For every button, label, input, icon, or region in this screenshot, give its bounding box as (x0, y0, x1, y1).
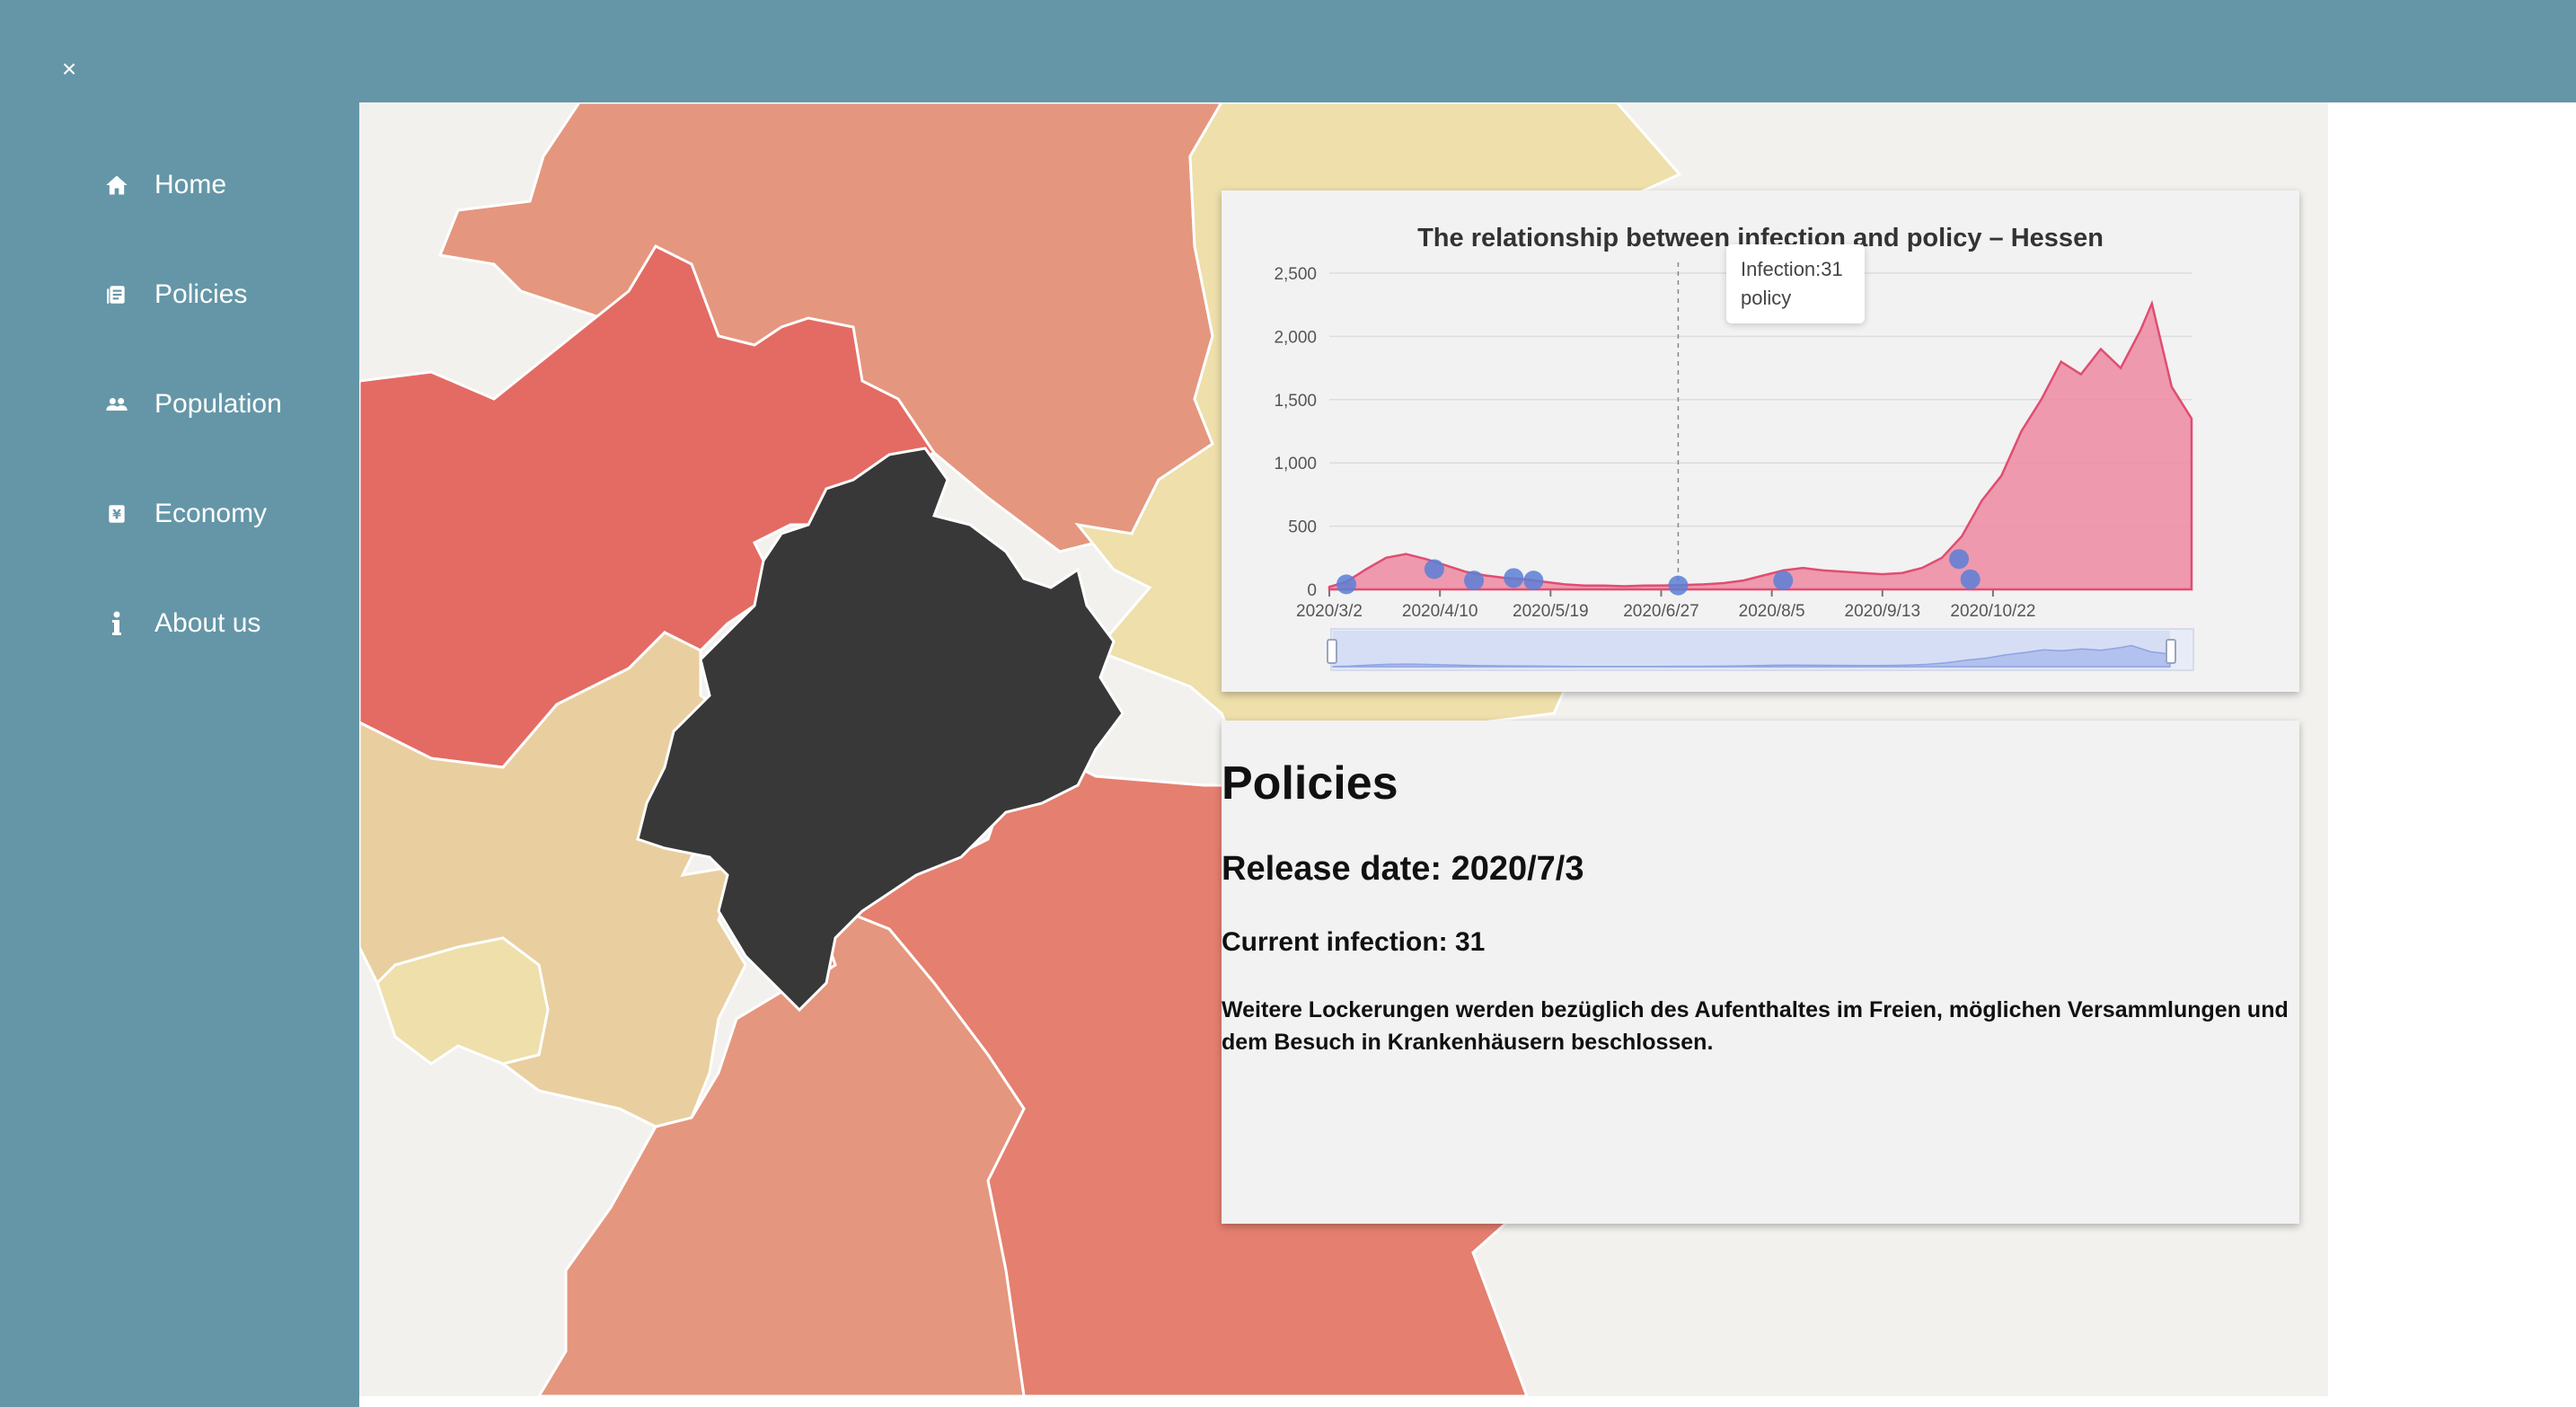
policy-title: Policies (1222, 757, 1398, 810)
people-icon (99, 386, 135, 422)
svg-text:¥: ¥ (112, 508, 121, 522)
info-icon (99, 606, 135, 642)
x-tick-label: 2020/10/22 (1950, 602, 2035, 621)
sidebar-item-population[interactable]: Population (0, 368, 359, 440)
y-tick-label: 2,000 (1274, 328, 1317, 347)
policy-panel: Policies Release date: 2020/7/3 Current … (1222, 721, 2299, 1224)
y-tick-label: 1,000 (1274, 455, 1317, 473)
x-tick-label: 2020/9/13 (1845, 602, 1921, 621)
policy-point[interactable] (1504, 568, 1524, 588)
close-icon[interactable]: × (56, 56, 83, 83)
tooltip-infection: Infection:31 (1741, 258, 1843, 280)
home-icon (99, 167, 135, 203)
x-tick-label: 2020/4/10 (1402, 602, 1478, 621)
sidebar-item-label: About us (154, 608, 261, 638)
policy-release-date: Release date: 2020/7/3 (1222, 850, 1584, 888)
policy-current-infection: Current infection: 31 (1222, 927, 1486, 957)
y-tick-label: 2,500 (1274, 265, 1317, 284)
sidebar-item-label: Home (154, 170, 227, 199)
x-tick-label: 2020/8/5 (1739, 602, 1805, 621)
policy-point[interactable] (1523, 571, 1544, 591)
y-tick-label: 0 (1307, 581, 1317, 600)
zoom-handle-right[interactable] (2166, 639, 2176, 664)
sidebar-item-policies[interactable]: Policies (0, 259, 359, 331)
zoom-handle-left[interactable] (1327, 639, 1337, 664)
sidebar-item-home[interactable]: Home (0, 149, 359, 221)
policy-point[interactable] (1773, 571, 1794, 591)
policy-point[interactable] (1424, 559, 1444, 580)
sidebar-item-about[interactable]: About us (0, 588, 359, 659)
policy-point[interactable] (1464, 571, 1485, 591)
policy-description: Weitere Lockerungen werden bezüglich des… (1222, 997, 2289, 1055)
document-icon (99, 277, 135, 313)
policy-point[interactable] (1668, 575, 1689, 596)
y-tick-label: 500 (1288, 518, 1317, 537)
sidebar: Home Policies Population ¥ Economy About… (0, 102, 359, 1407)
sidebar-item-economy[interactable]: ¥ Economy (0, 478, 359, 550)
sidebar-item-label: Economy (154, 499, 268, 528)
sidebar-item-label: Population (154, 389, 282, 419)
x-tick-label: 2020/3/2 (1296, 602, 1363, 621)
x-tick-label: 2020/6/27 (1623, 602, 1699, 621)
x-tick-label: 2020/5/19 (1513, 602, 1589, 621)
infection-area (1328, 299, 2193, 591)
economy-icon: ¥ (99, 496, 135, 532)
policy-point[interactable] (1960, 569, 1981, 589)
chart-tooltip: Infection:31 policy (1726, 244, 1865, 323)
y-tick-label: 1,500 (1274, 392, 1317, 411)
policy-point[interactable] (1336, 574, 1356, 595)
tooltip-series: policy (1741, 287, 1792, 309)
sidebar-item-label: Policies (154, 279, 248, 309)
chart-panel: The relationship between infection and p… (1222, 190, 2299, 692)
top-bar: × (0, 0, 2576, 102)
data-zoom-slider[interactable] (1327, 628, 2194, 671)
policy-point[interactable] (1949, 549, 1970, 570)
